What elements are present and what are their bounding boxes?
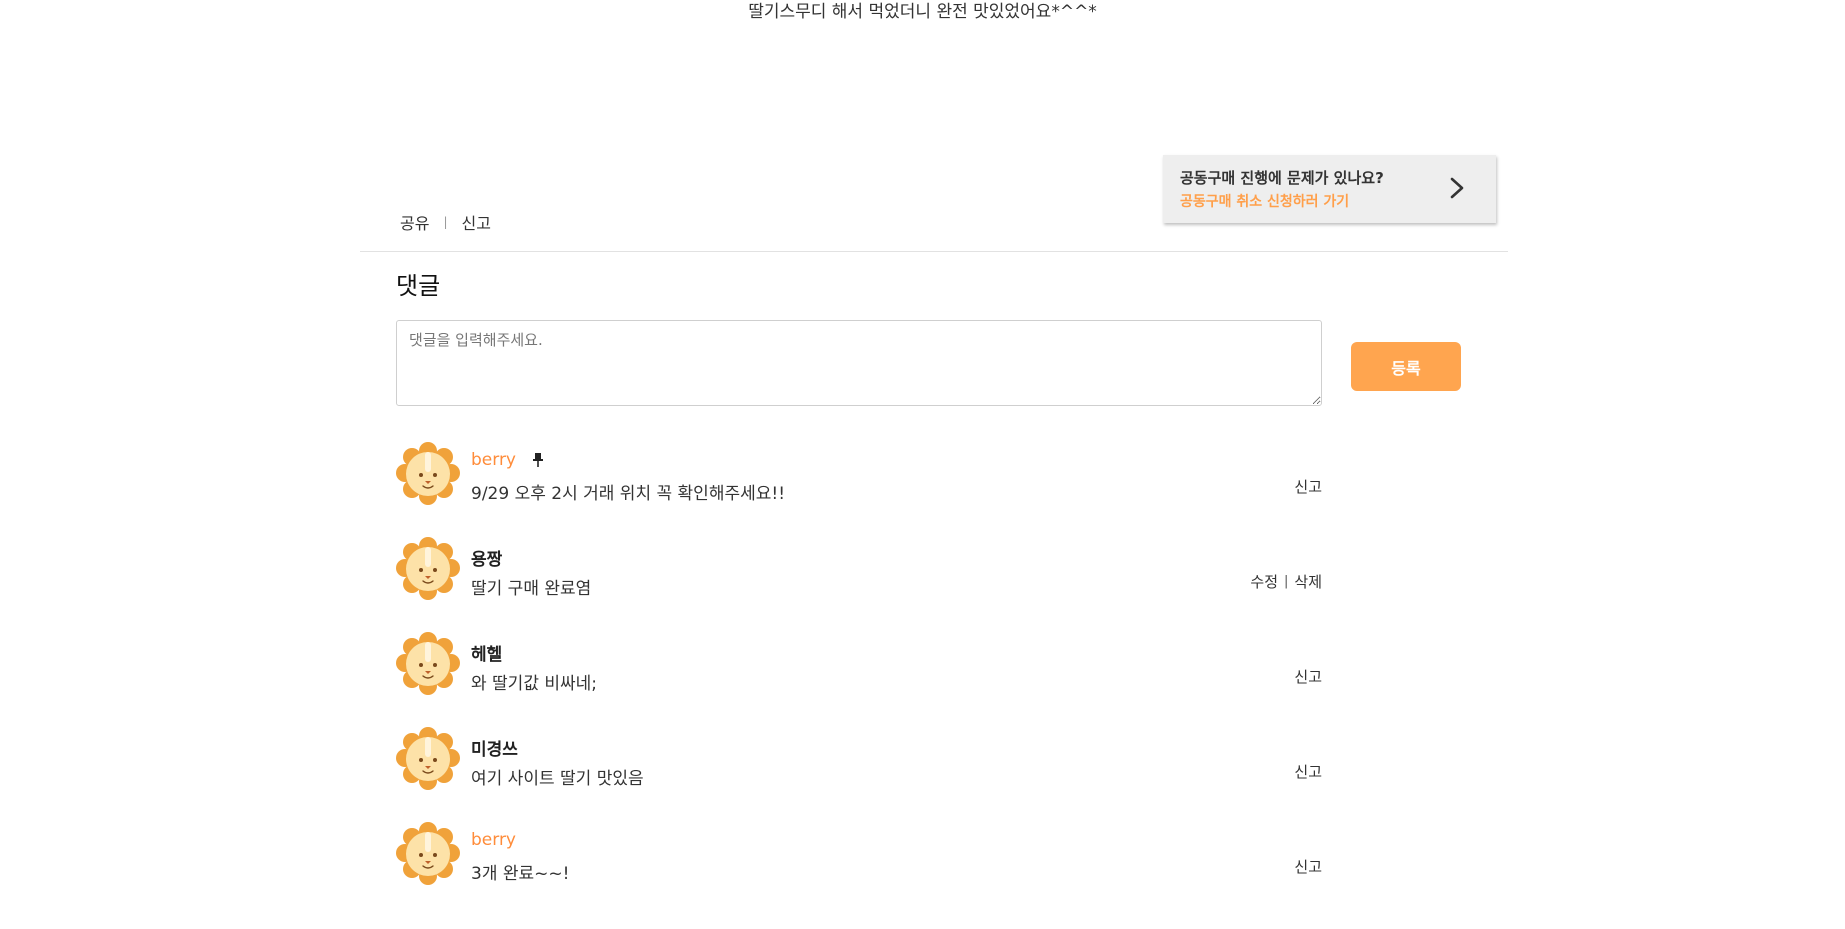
delete-comment-link[interactable]: 삭제 <box>1294 571 1322 592</box>
comment-item: berry 3개 완료~~! 신고 <box>396 822 1322 917</box>
lion-avatar-icon <box>396 727 460 791</box>
comment-actions: 신고 <box>1294 761 1322 782</box>
lion-avatar-icon <box>396 822 460 886</box>
lion-avatar-icon <box>396 632 460 696</box>
separator: | <box>443 215 448 229</box>
section-divider <box>360 251 1508 252</box>
comment-item: 미경쓰여기 사이트 딸기 맛있음 신고 <box>396 727 1322 822</box>
comment-meta: 용짱 <box>471 545 502 570</box>
comment-meta: berry <box>471 830 516 850</box>
comment-text: 딸기 구매 완료염 <box>471 579 592 599</box>
report-link[interactable]: 신고 <box>462 210 491 234</box>
report-comment-link[interactable]: 신고 <box>1294 856 1322 877</box>
post-detail-page: 딸기스무디 해서 먹었더니 완전 맛있었어요*^^* 공유 | 신고 공동구매 … <box>0 0 1845 929</box>
cancel-request-banner[interactable]: 공동구매 진행에 문제가 있나요? 공동구매 취소 신청하러 가기 <box>1163 155 1496 223</box>
report-comment-link[interactable]: 신고 <box>1294 476 1322 497</box>
separator: | <box>1284 574 1289 589</box>
report-comment-link[interactable]: 신고 <box>1294 761 1322 782</box>
comment-actions: 신고 <box>1294 666 1322 687</box>
comments-title: 댓글 <box>396 272 441 300</box>
comment-meta: 미경쓰 <box>471 735 518 760</box>
comment-actions: 신고 <box>1294 476 1322 497</box>
comment-text: 3개 완료~~! <box>471 864 570 884</box>
comment-text: 와 딸기값 비싸네; <box>471 674 598 694</box>
post-body-text: 딸기스무디 해서 먹었더니 완전 맛있었어요*^^* <box>748 2 1097 22</box>
comment-item: 용짱딸기 구매 완료염 수정 | 삭제 <box>396 537 1322 632</box>
comment-actions: 신고 <box>1294 856 1322 877</box>
comment-item: berry 9/29 오후 2시 거래 위치 꼭 확인해주세요!! 신고 <box>396 442 1322 537</box>
share-link[interactable]: 공유 <box>400 210 429 234</box>
comment-item: 헤헬와 딸기값 비싸네; 신고 <box>396 632 1322 727</box>
comment-meta: berry <box>471 450 546 470</box>
comment-author: 미경쓰 <box>471 740 518 760</box>
comment-author: 용짱 <box>471 550 503 570</box>
comment-text: 9/29 오후 2시 거래 위치 꼭 확인해주세요!! <box>471 484 786 504</box>
pin-icon <box>533 453 543 467</box>
report-comment-link[interactable]: 신고 <box>1294 666 1322 687</box>
comment-actions: 수정 | 삭제 <box>1250 571 1322 592</box>
edit-comment-link[interactable]: 수정 <box>1250 571 1278 592</box>
lion-avatar-icon <box>396 442 460 506</box>
comment-author: berry <box>471 830 516 850</box>
comment-input[interactable] <box>396 320 1322 406</box>
comment-meta: 헤헬 <box>471 640 502 665</box>
comment-text: 여기 사이트 딸기 맛있음 <box>471 769 644 789</box>
comment-list: berry 9/29 오후 2시 거래 위치 꼭 확인해주세요!! 신고 용짱딸기 … <box>396 442 1322 917</box>
comment-author: berry <box>471 450 516 470</box>
chevron-right-icon[interactable] <box>1446 177 1468 199</box>
submit-comment-button[interactable]: 등록 <box>1351 342 1461 391</box>
post-actions: 공유 | 신고 <box>400 210 491 234</box>
lion-avatar-icon <box>396 537 460 601</box>
comment-author: 헤헬 <box>471 645 503 665</box>
